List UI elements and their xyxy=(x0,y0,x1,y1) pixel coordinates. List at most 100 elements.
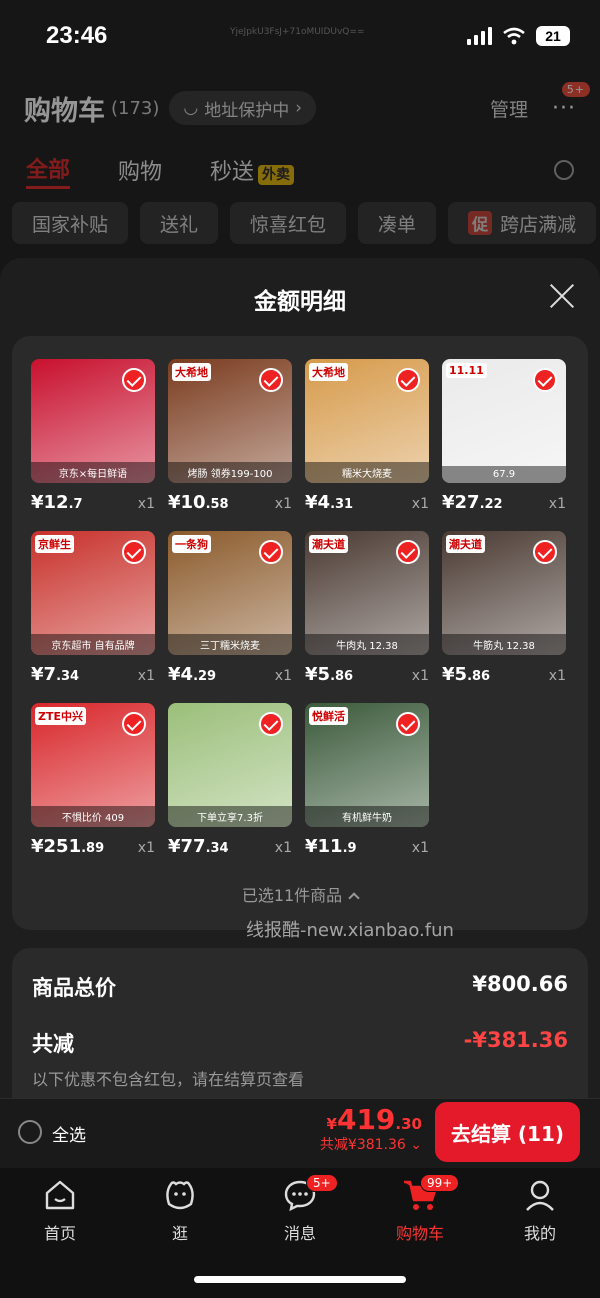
selected-toggle[interactable]: 已选11件商品 xyxy=(12,882,588,906)
item-price: ¥4.29 xyxy=(168,664,216,685)
item-price: ¥27.22 xyxy=(442,492,503,513)
item-price-dec: .86 xyxy=(330,669,354,684)
search-icon[interactable] xyxy=(554,160,574,180)
item-price: ¥4.31 xyxy=(305,492,353,513)
item-thumbnail[interactable]: 潮夫道 牛肉丸 12.38 xyxy=(305,531,429,655)
discount-note: 以下优惠不包含红包，请在结算页查看 xyxy=(32,1070,305,1089)
item-quantity: x1 xyxy=(411,668,429,684)
item-price: ¥77.34 xyxy=(168,836,229,857)
item-price-dec: .9 xyxy=(342,841,357,856)
item-quantity: x1 xyxy=(137,496,155,512)
checked-icon xyxy=(259,712,283,736)
item-quantity: x1 xyxy=(137,668,155,684)
select-all-radio[interactable] xyxy=(18,1120,42,1144)
item-image-caption: 有机鲜牛奶 xyxy=(305,806,429,827)
item-thumbnail[interactable]: 京东×每日鲜语 xyxy=(31,359,155,483)
item-thumbnail[interactable]: 大希地 糯米大烧麦 xyxy=(305,359,429,483)
cart-header: 购物车 (173) ◡ 地址保护中 › 管理 ··· 5+ xyxy=(24,81,590,130)
item-price-int: ¥4 xyxy=(168,664,194,685)
reduce-value: -¥381.36 xyxy=(463,1028,568,1052)
item-price-int: ¥7 xyxy=(31,664,57,685)
item-thumbnail[interactable]: 大希地 烤肠 领券199-100 xyxy=(168,359,292,483)
manage-button[interactable]: 管理 xyxy=(490,95,528,122)
status-time: 23:46 xyxy=(46,22,108,49)
cart-item[interactable]: ZTE中兴 不惧比价 409 ¥251.89 x1 xyxy=(31,703,155,857)
nav-browse[interactable]: 逛 xyxy=(130,1178,230,1244)
item-brand-tag: 潮夫道 xyxy=(446,535,485,553)
cart-item[interactable]: 大希地 糯米大烧麦 ¥4.31 x1 xyxy=(305,359,429,513)
item-thumbnail[interactable]: 潮夫道 牛筋丸 12.38 xyxy=(442,531,566,655)
tab-instant-delivery[interactable]: 秒送 外卖 xyxy=(210,154,295,186)
checked-icon xyxy=(122,540,146,564)
more-button[interactable]: ··· 5+ xyxy=(552,81,590,121)
address-label: 地址保护中 xyxy=(204,100,290,121)
nav-cart[interactable]: 购物车 99+ xyxy=(370,1174,470,1244)
item-price-int: ¥5 xyxy=(442,664,468,685)
profile-icon xyxy=(526,1180,554,1211)
checkout-reduce[interactable]: 共减¥381.36 ⌄ xyxy=(320,1134,422,1154)
price-summary: 商品总价 ¥800.66 共减 -¥381.36 以下优惠不包含红包，请在结算页查看 xyxy=(12,948,588,1118)
item-thumbnail[interactable]: 下单立享7.3折 xyxy=(168,703,292,827)
item-quantity: x1 xyxy=(137,840,155,856)
checkout-button[interactable]: 去结算 (11) xyxy=(435,1102,580,1162)
address-protection-button[interactable]: ◡ 地址保护中 › xyxy=(169,91,317,125)
item-price-dec: .86 xyxy=(467,669,491,684)
item-thumbnail[interactable]: ZTE中兴 不惧比价 409 xyxy=(31,703,155,827)
cart-item[interactable]: 11.11 67.9 ¥27.22 x1 xyxy=(442,359,566,513)
item-quantity: x1 xyxy=(274,668,292,684)
chip-gift[interactable]: 送礼 xyxy=(140,202,219,244)
item-thumbnail[interactable]: 一条狗 三丁糯米烧麦 xyxy=(168,531,292,655)
chip-red-packet[interactable]: 惊喜红包 xyxy=(230,202,347,244)
site-watermark: 线报酷-new.xianbao.fun xyxy=(246,920,454,941)
chip-national-subsidy[interactable]: 国家补贴 xyxy=(12,202,129,244)
item-price-dec: .34 xyxy=(56,669,80,684)
nav-profile-label: 我的 xyxy=(523,1224,556,1243)
nav-messages[interactable]: 消息 5+ xyxy=(250,1174,350,1244)
item-price-int: ¥251 xyxy=(31,836,82,857)
cart-item[interactable]: 潮夫道 牛筋丸 12.38 ¥5.86 x1 xyxy=(442,531,566,685)
cart-item[interactable]: 潮夫道 牛肉丸 12.38 ¥5.86 x1 xyxy=(305,531,429,685)
cart-item[interactable]: 下单立享7.3折 ¥77.34 x1 xyxy=(168,703,292,857)
item-thumbnail[interactable]: 11.11 67.9 xyxy=(442,359,566,483)
item-thumbnail[interactable]: 悦鲜活 有机鲜牛奶 xyxy=(305,703,429,827)
sheet-title: 金额明细 xyxy=(254,289,346,315)
cart-badge: 99+ xyxy=(420,1174,460,1192)
battery-icon: 21 xyxy=(536,26,570,46)
item-quantity: x1 xyxy=(274,840,292,856)
amount-detail-sheet: 金额明细 京东×每日鲜语 ¥12.7 x1 大希地 烤肠 领券199-100 ¥1… xyxy=(0,258,600,1118)
checked-icon xyxy=(533,368,557,392)
nav-home[interactable]: 首页 xyxy=(10,1178,110,1244)
more-icon: ··· xyxy=(552,95,576,121)
item-price-int: ¥11 xyxy=(305,836,343,857)
chip-cross-store[interactable]: 促跨店满减 xyxy=(448,202,597,244)
item-brand-tag: 大希地 xyxy=(309,363,348,381)
total-label: 商品总价 xyxy=(32,976,116,1000)
item-image-caption: 不惧比价 409 xyxy=(31,806,155,827)
select-all-label[interactable]: 全选 xyxy=(52,1121,86,1146)
cart-item[interactable]: 一条狗 三丁糯米烧麦 ¥4.29 x1 xyxy=(168,531,292,685)
item-price-dec: .31 xyxy=(330,497,354,512)
total-value: ¥800.66 xyxy=(472,972,568,996)
item-image-caption: 三丁糯米烧麦 xyxy=(168,634,292,655)
item-price-int: ¥27 xyxy=(442,492,480,513)
cart-item[interactable]: 京东×每日鲜语 ¥12.7 x1 xyxy=(31,359,155,513)
item-price-int: ¥4 xyxy=(305,492,331,513)
item-quantity: x1 xyxy=(411,496,429,512)
cart-item[interactable]: 悦鲜活 有机鲜牛奶 ¥11.9 x1 xyxy=(305,703,429,857)
cart-item[interactable]: 大希地 烤肠 领券199-100 ¥10.58 x1 xyxy=(168,359,292,513)
chip-add-on[interactable]: 凑单 xyxy=(358,202,437,244)
tab-shopping[interactable]: 购物 xyxy=(118,154,162,186)
checked-icon xyxy=(396,712,420,736)
close-icon[interactable] xyxy=(548,282,576,310)
chip-cross-store-label: 跨店满减 xyxy=(500,213,577,236)
tab-all[interactable]: 全部 xyxy=(26,152,71,189)
item-price: ¥5.86 xyxy=(305,664,353,685)
item-thumbnail[interactable]: 京鲜生 京东超市 自有品牌 xyxy=(31,531,155,655)
item-price-int: ¥12 xyxy=(31,492,69,513)
cart-item[interactable]: 京鲜生 京东超市 自有品牌 ¥7.34 x1 xyxy=(31,531,155,685)
page-title: 购物车 xyxy=(24,95,105,127)
item-price: ¥7.34 xyxy=(31,664,79,685)
nav-profile[interactable]: 我的 xyxy=(490,1178,590,1244)
cart-count: (173) xyxy=(111,97,160,119)
item-price-int: ¥77 xyxy=(168,836,206,857)
